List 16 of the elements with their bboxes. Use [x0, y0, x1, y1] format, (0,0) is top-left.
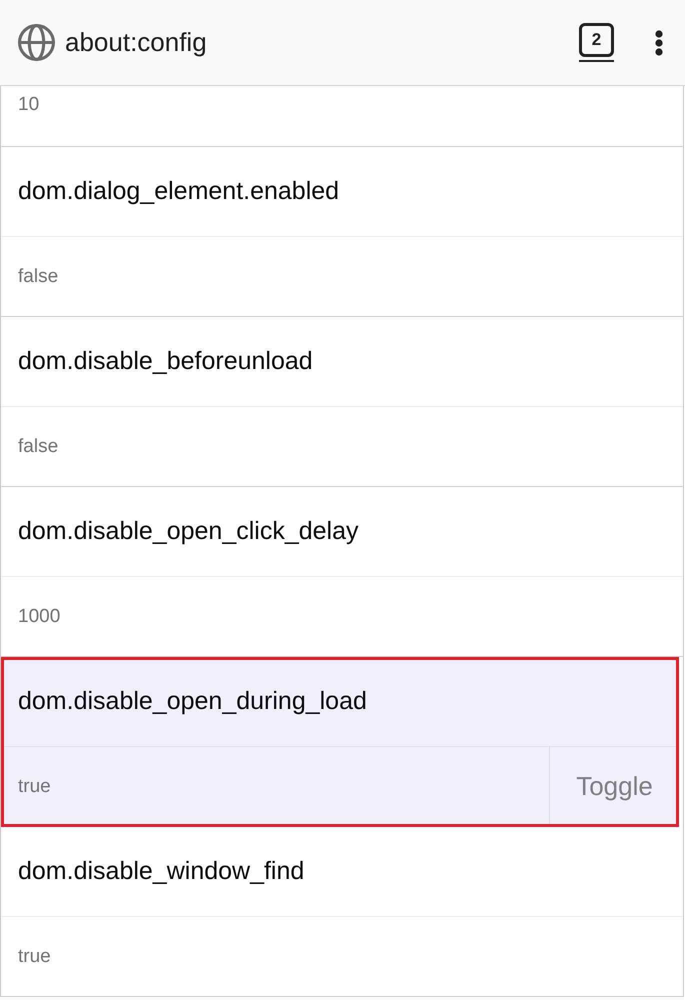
pref-entry[interactable]: dom.disable_open_during_load true Toggle	[1, 657, 679, 827]
pref-name: dom.disable_open_click_delay	[18, 517, 359, 546]
pref-name: dom.disable_beforeunload	[18, 347, 313, 376]
pref-value: false	[17, 436, 60, 458]
pref-name: dom.disable_window_find	[18, 857, 304, 886]
globe-icon	[18, 24, 55, 61]
pref-value: true	[17, 776, 52, 798]
page-address[interactable]: about:config	[65, 27, 579, 58]
pref-name: dom.disable_open_during_load	[18, 687, 367, 716]
more-vertical-icon	[655, 30, 663, 56]
pref-value: 10	[17, 94, 40, 116]
menu-button[interactable]	[655, 30, 663, 56]
pref-value: false	[17, 266, 60, 288]
pref-value: true	[17, 946, 52, 968]
pref-value: 1000	[17, 606, 62, 628]
pref-name: dom.dialog_element.enabled	[18, 177, 340, 206]
